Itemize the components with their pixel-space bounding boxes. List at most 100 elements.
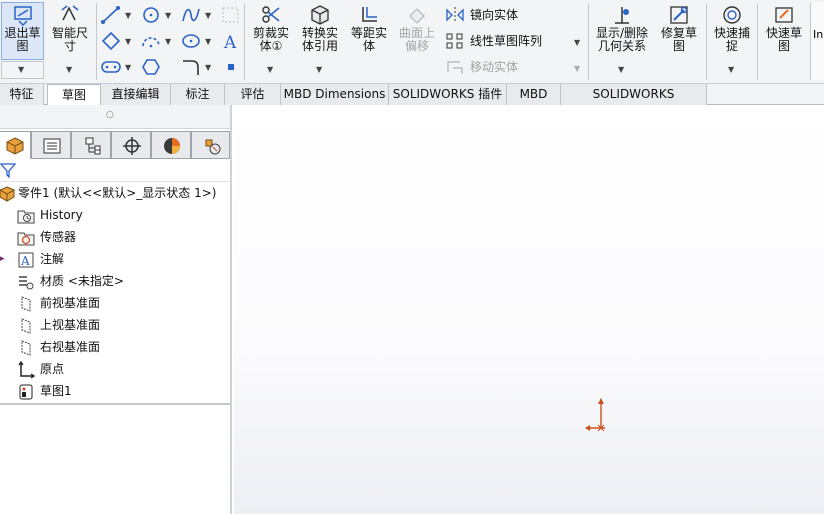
origin-icon: [18, 361, 35, 379]
command-manager-ribbon: 退出草 图 ▼ 智能尺 寸 ▼ ▼ ▼ ▼ ▼ ▼ ▼ A ▼ ▼ 剪裁实 体①: [0, 0, 824, 84]
trim-entities-button[interactable]: 剪裁实 体①: [248, 4, 294, 53]
tab-label: 草图: [61, 88, 86, 102]
chevron-down-icon[interactable]: ▼: [267, 65, 273, 74]
material-icon: [19, 276, 34, 290]
rapid-sketch-label: 快速草 图: [765, 26, 802, 53]
chevron-down-icon[interactable]: ▼: [205, 63, 211, 72]
point-icon[interactable]: [220, 57, 242, 77]
sensor-icon: [17, 232, 35, 246]
chevron-down-icon[interactable]: ▼: [574, 38, 580, 47]
slot-icon[interactable]: [100, 57, 122, 77]
chevron-down-icon[interactable]: ▼: [165, 11, 171, 20]
tab-evaluate[interactable]: 评估: [225, 84, 281, 105]
tab-solidworks-inspection[interactable]: SOLIDWORKS Inspection: [561, 84, 707, 121]
tab-label: 评估: [240, 87, 265, 101]
tab-markup[interactable]: 标注: [171, 84, 225, 105]
line-icon[interactable]: [100, 5, 122, 25]
convert-entities-button[interactable]: 转换实 体引用: [296, 4, 344, 53]
chevron-down-icon[interactable]: ▼: [165, 37, 171, 46]
smart-dimension-button[interactable]: 智能尺 寸: [48, 4, 92, 53]
chevron-down-icon[interactable]: ▼: [66, 65, 72, 74]
configuration-icon: [85, 137, 101, 155]
tab-solidworks-addins[interactable]: SOLIDWORKS 插件: [389, 84, 507, 105]
repair-sketch-icon: [670, 6, 688, 24]
offset-on-surface-button[interactable]: 曲面上 偏移: [394, 4, 440, 53]
arc-icon[interactable]: [140, 31, 162, 51]
tab-feature-manager[interactable]: [0, 131, 31, 159]
move-entities-icon[interactable]: [444, 57, 466, 77]
tab-dimxpert-manager[interactable]: [111, 131, 151, 159]
offset-entities-icon: [362, 7, 377, 22]
tab-mbd-dimensions[interactable]: MBD Dimensions: [281, 84, 389, 105]
exit-sketch-group: 退出草 图: [1, 4, 44, 53]
chevron-down-icon[interactable]: ▼: [205, 37, 211, 46]
mirror-icon[interactable]: [444, 5, 466, 25]
repair-sketch-label: 修复草 图: [660, 26, 697, 53]
chevron-down-icon[interactable]: ▼: [205, 11, 211, 20]
circle-icon[interactable]: [140, 5, 162, 25]
offset-entities-label: 等距实 体: [350, 26, 387, 53]
tab-sketch[interactable]: 草图: [47, 84, 101, 106]
linear-pattern-icon[interactable]: [444, 31, 466, 51]
tab-mbd[interactable]: MBD: [507, 84, 561, 105]
chevron-down-icon[interactable]: ▼: [618, 65, 624, 74]
linear-pattern-label[interactable]: 线性草图阵列: [470, 32, 542, 50]
chevron-down-icon[interactable]: ▼: [316, 65, 322, 74]
feature-manager-pane: ○ 零件1 (默认<<默认>_显示状态 1>) History 传感器 ▸ A …: [0, 105, 232, 514]
offset-entities-button[interactable]: 等距实 体: [346, 4, 392, 53]
tab-label: 标注: [185, 87, 210, 101]
tab-features[interactable]: 特征: [0, 84, 44, 105]
tab-configuration-manager[interactable]: [71, 131, 111, 159]
smart-dimension-icon: [61, 5, 79, 21]
sketch-icon: [19, 384, 33, 400]
expand-arrow-icon[interactable]: ▸: [0, 249, 5, 270]
rectangle-icon[interactable]: [100, 31, 122, 51]
chevron-down-icon[interactable]: ▼: [125, 63, 131, 72]
chevron-down-icon[interactable]: ▼: [125, 11, 131, 20]
tab-cam-manager[interactable]: [191, 131, 230, 159]
pane-splitter[interactable]: ○: [0, 105, 230, 129]
chevron-down-icon[interactable]: ▼: [728, 65, 734, 74]
polygon-icon[interactable]: [140, 57, 162, 77]
chevron-down-icon[interactable]: ▼: [574, 64, 580, 73]
splitter-handle-icon: ○: [106, 110, 114, 120]
smart-dimension-label: 智能尺 寸: [51, 26, 88, 53]
spline-icon[interactable]: [180, 5, 202, 25]
filter-icon[interactable]: [0, 162, 16, 178]
tab-label: MBD Dimensions: [283, 87, 386, 101]
repair-sketch-button[interactable]: 修复草 图: [656, 4, 702, 53]
display-delete-relations-button[interactable]: 显示/删除 几何关系: [592, 4, 652, 53]
part-icon: [0, 186, 15, 202]
chevron-down-icon[interactable]: ▼: [125, 37, 131, 46]
sketch-picture-icon[interactable]: [220, 5, 242, 25]
tree-item-label: 材质 <未指定>: [40, 274, 124, 288]
rapid-sketch-button[interactable]: 快速草 图: [761, 4, 807, 53]
offset-on-surface-icon: [409, 8, 425, 24]
display-manager-icon: [164, 138, 180, 154]
text-icon[interactable]: A: [220, 31, 242, 51]
command-manager-tabs: 特征 草图 直接编辑 标注 评估 MBD Dimensions SOLIDWOR…: [0, 84, 824, 121]
quick-snaps-button[interactable]: 快速捕 捉: [710, 4, 754, 53]
graphics-area[interactable]: [234, 105, 824, 514]
tab-property-manager[interactable]: [31, 131, 71, 159]
tab-display-manager[interactable]: [151, 131, 191, 159]
tab-label: 特征: [9, 87, 34, 101]
display-delete-relations-label: 显示/删除 几何关系: [595, 26, 649, 53]
plane-icon: [21, 296, 31, 312]
fillet-icon[interactable]: [180, 57, 202, 77]
divider: [0, 181, 230, 182]
svg-text:A: A: [20, 254, 30, 268]
rollback-bar[interactable]: [0, 403, 230, 405]
tab-direct-editing[interactable]: 直接编辑: [101, 84, 171, 105]
plane-icon: [21, 340, 31, 356]
exit-sketch-label: 退出草 图: [4, 26, 41, 53]
trim-entities-label: 剪裁实 体①: [252, 26, 289, 53]
sketch-origin-icon: [585, 398, 605, 432]
convert-entities-icon: [311, 5, 329, 25]
move-entities-label[interactable]: 移动实体: [470, 58, 518, 76]
tree-item-label: 草图1: [40, 384, 72, 398]
ellipse-icon[interactable]: [180, 31, 202, 51]
mirror-entities-label[interactable]: 镜向实体: [470, 6, 518, 24]
ribbon-overflow-panel[interactable]: In: [810, 2, 824, 80]
exit-sketch-icon: [13, 6, 32, 26]
